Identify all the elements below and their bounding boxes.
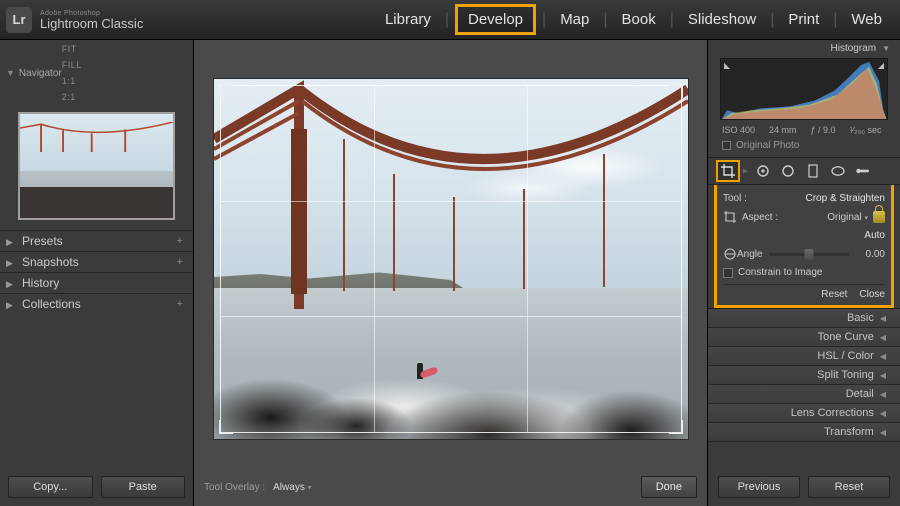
section-snapshots[interactable]: ▶Snapshots+ xyxy=(0,251,193,272)
exif-iso: ISO 400 xyxy=(722,125,755,135)
radial-filter-tool-icon[interactable] xyxy=(826,160,850,182)
crop-handle-tr[interactable] xyxy=(669,84,683,98)
tool-overlay-select[interactable]: Always ▾ xyxy=(273,482,311,493)
triangle-right-icon: ▶ xyxy=(741,161,750,181)
angle-slider[interactable] xyxy=(769,253,849,256)
navigator-thumbnail[interactable] xyxy=(18,112,175,220)
constrain-checkbox[interactable] xyxy=(723,268,733,278)
add-preset-icon[interactable]: + xyxy=(177,235,183,247)
crop-handle-tl[interactable] xyxy=(219,84,233,98)
photo-preview[interactable] xyxy=(214,79,688,439)
section-tone-curve[interactable]: Tone Curve◀ xyxy=(708,328,900,347)
right-panel: Histogram▼ ◣ ◢ ISO 400 24 mm ƒ / 9.0 ¹⁄₂… xyxy=(708,40,900,506)
crop-reset-button[interactable]: Reset xyxy=(821,289,847,300)
zoom-fit[interactable]: FIT xyxy=(62,44,183,54)
tool-name: Crop & Straighten xyxy=(806,193,886,204)
crop-overlay[interactable] xyxy=(220,85,682,433)
section-basic[interactable]: Basic◀ xyxy=(708,309,900,328)
exif-aperture: ƒ / 9.0 xyxy=(811,125,836,135)
section-presets[interactable]: ▶Presets+ xyxy=(0,230,193,251)
zoom-1to1[interactable]: 1:1 xyxy=(62,76,183,86)
aspect-icon xyxy=(723,210,737,224)
tool-label: Tool : xyxy=(723,193,747,204)
graduated-filter-tool-icon[interactable] xyxy=(801,160,825,182)
copy-settings-button[interactable]: Copy... xyxy=(8,476,93,498)
aspect-label: Aspect : xyxy=(742,212,778,223)
module-slideshow[interactable]: Slideshow xyxy=(680,7,764,32)
module-web[interactable]: Web xyxy=(843,7,890,32)
module-print[interactable]: Print xyxy=(780,7,827,32)
section-collections[interactable]: ▶Collections+ xyxy=(0,293,193,314)
redeye-tool-icon[interactable] xyxy=(776,160,800,182)
aspect-select[interactable]: Original ▾ xyxy=(827,212,868,223)
done-button[interactable]: Done xyxy=(641,476,697,498)
histogram-header[interactable]: Histogram▼ xyxy=(708,40,900,56)
exif-focal: 24 mm xyxy=(769,125,797,135)
section-split-toning[interactable]: Split Toning◀ xyxy=(708,366,900,385)
tool-overlay-label: Tool Overlay : xyxy=(204,482,265,493)
module-library[interactable]: Library xyxy=(377,7,439,32)
zoom-2to1[interactable]: 2:1 xyxy=(62,92,183,102)
paste-settings-button[interactable]: Paste xyxy=(101,476,186,498)
original-photo-label: Original Photo xyxy=(736,140,799,151)
tool-strip: ▶ xyxy=(708,157,900,185)
navigator-header[interactable]: ▼Navigator FIT FILL 1:1 2:1 xyxy=(0,40,193,106)
module-book[interactable]: Book xyxy=(614,7,664,32)
aspect-lock-icon[interactable] xyxy=(873,211,885,223)
section-history[interactable]: ▶History xyxy=(0,272,193,293)
angle-icon xyxy=(723,247,737,261)
navigator-label: Navigator xyxy=(19,68,62,79)
module-map[interactable]: Map xyxy=(552,7,597,32)
center-canvas: Tool Overlay : Always ▾ Done xyxy=(194,40,708,506)
crop-panel: Tool : Crop & Straighten Aspect : Origin… xyxy=(714,185,894,308)
adjustment-brush-tool-icon[interactable] xyxy=(851,160,875,182)
section-hsl-color[interactable]: HSL / Color◀ xyxy=(708,347,900,366)
add-snapshot-icon[interactable]: + xyxy=(177,256,183,268)
module-picker: Library | Develop | Map | Book | Slidesh… xyxy=(377,4,890,35)
section-detail[interactable]: Detail◀ xyxy=(708,385,900,404)
section-transform[interactable]: Transform◀ xyxy=(708,423,900,442)
crop-handle-br[interactable] xyxy=(669,420,683,434)
logo-badge: Lr xyxy=(6,7,32,33)
auto-straighten-button[interactable]: Auto xyxy=(864,230,885,241)
app-logo: Lr Adobe Photoshop Lightroom Classic xyxy=(6,7,143,33)
develop-toolbar: Tool Overlay : Always ▾ Done xyxy=(194,470,707,506)
previous-button[interactable]: Previous xyxy=(718,476,800,498)
product-label: Lightroom Classic xyxy=(40,17,143,30)
crop-tool-icon[interactable] xyxy=(716,160,740,182)
section-lens-corrections[interactable]: Lens Corrections◀ xyxy=(708,404,900,423)
constrain-label: Constrain to Image xyxy=(738,267,823,278)
crop-handle-bl[interactable] xyxy=(219,420,233,434)
left-panel: ▼Navigator FIT FILL 1:1 2:1 ▶Presets+ ▶S… xyxy=(0,40,194,506)
reset-button[interactable]: Reset xyxy=(808,476,890,498)
app-title: Adobe Photoshop Lightroom Classic xyxy=(40,10,143,30)
app-header: Lr Adobe Photoshop Lightroom Classic Lib… xyxy=(0,0,900,40)
exif-readout: ISO 400 24 mm ƒ / 9.0 ¹⁄₂₀₀ sec xyxy=(708,122,900,138)
original-photo-checkbox[interactable] xyxy=(722,141,731,150)
module-develop[interactable]: Develop xyxy=(455,4,536,35)
histogram[interactable]: ◣ ◢ xyxy=(720,58,888,120)
exif-shutter: ¹⁄₂₀₀ sec xyxy=(850,125,882,135)
zoom-fill[interactable]: FILL xyxy=(62,60,183,70)
spot-removal-tool-icon[interactable] xyxy=(751,160,775,182)
crop-close-button[interactable]: Close xyxy=(859,289,885,300)
add-collection-icon[interactable]: + xyxy=(177,298,183,310)
angle-value[interactable]: 0.00 xyxy=(855,249,885,260)
angle-label: Angle xyxy=(737,249,763,260)
